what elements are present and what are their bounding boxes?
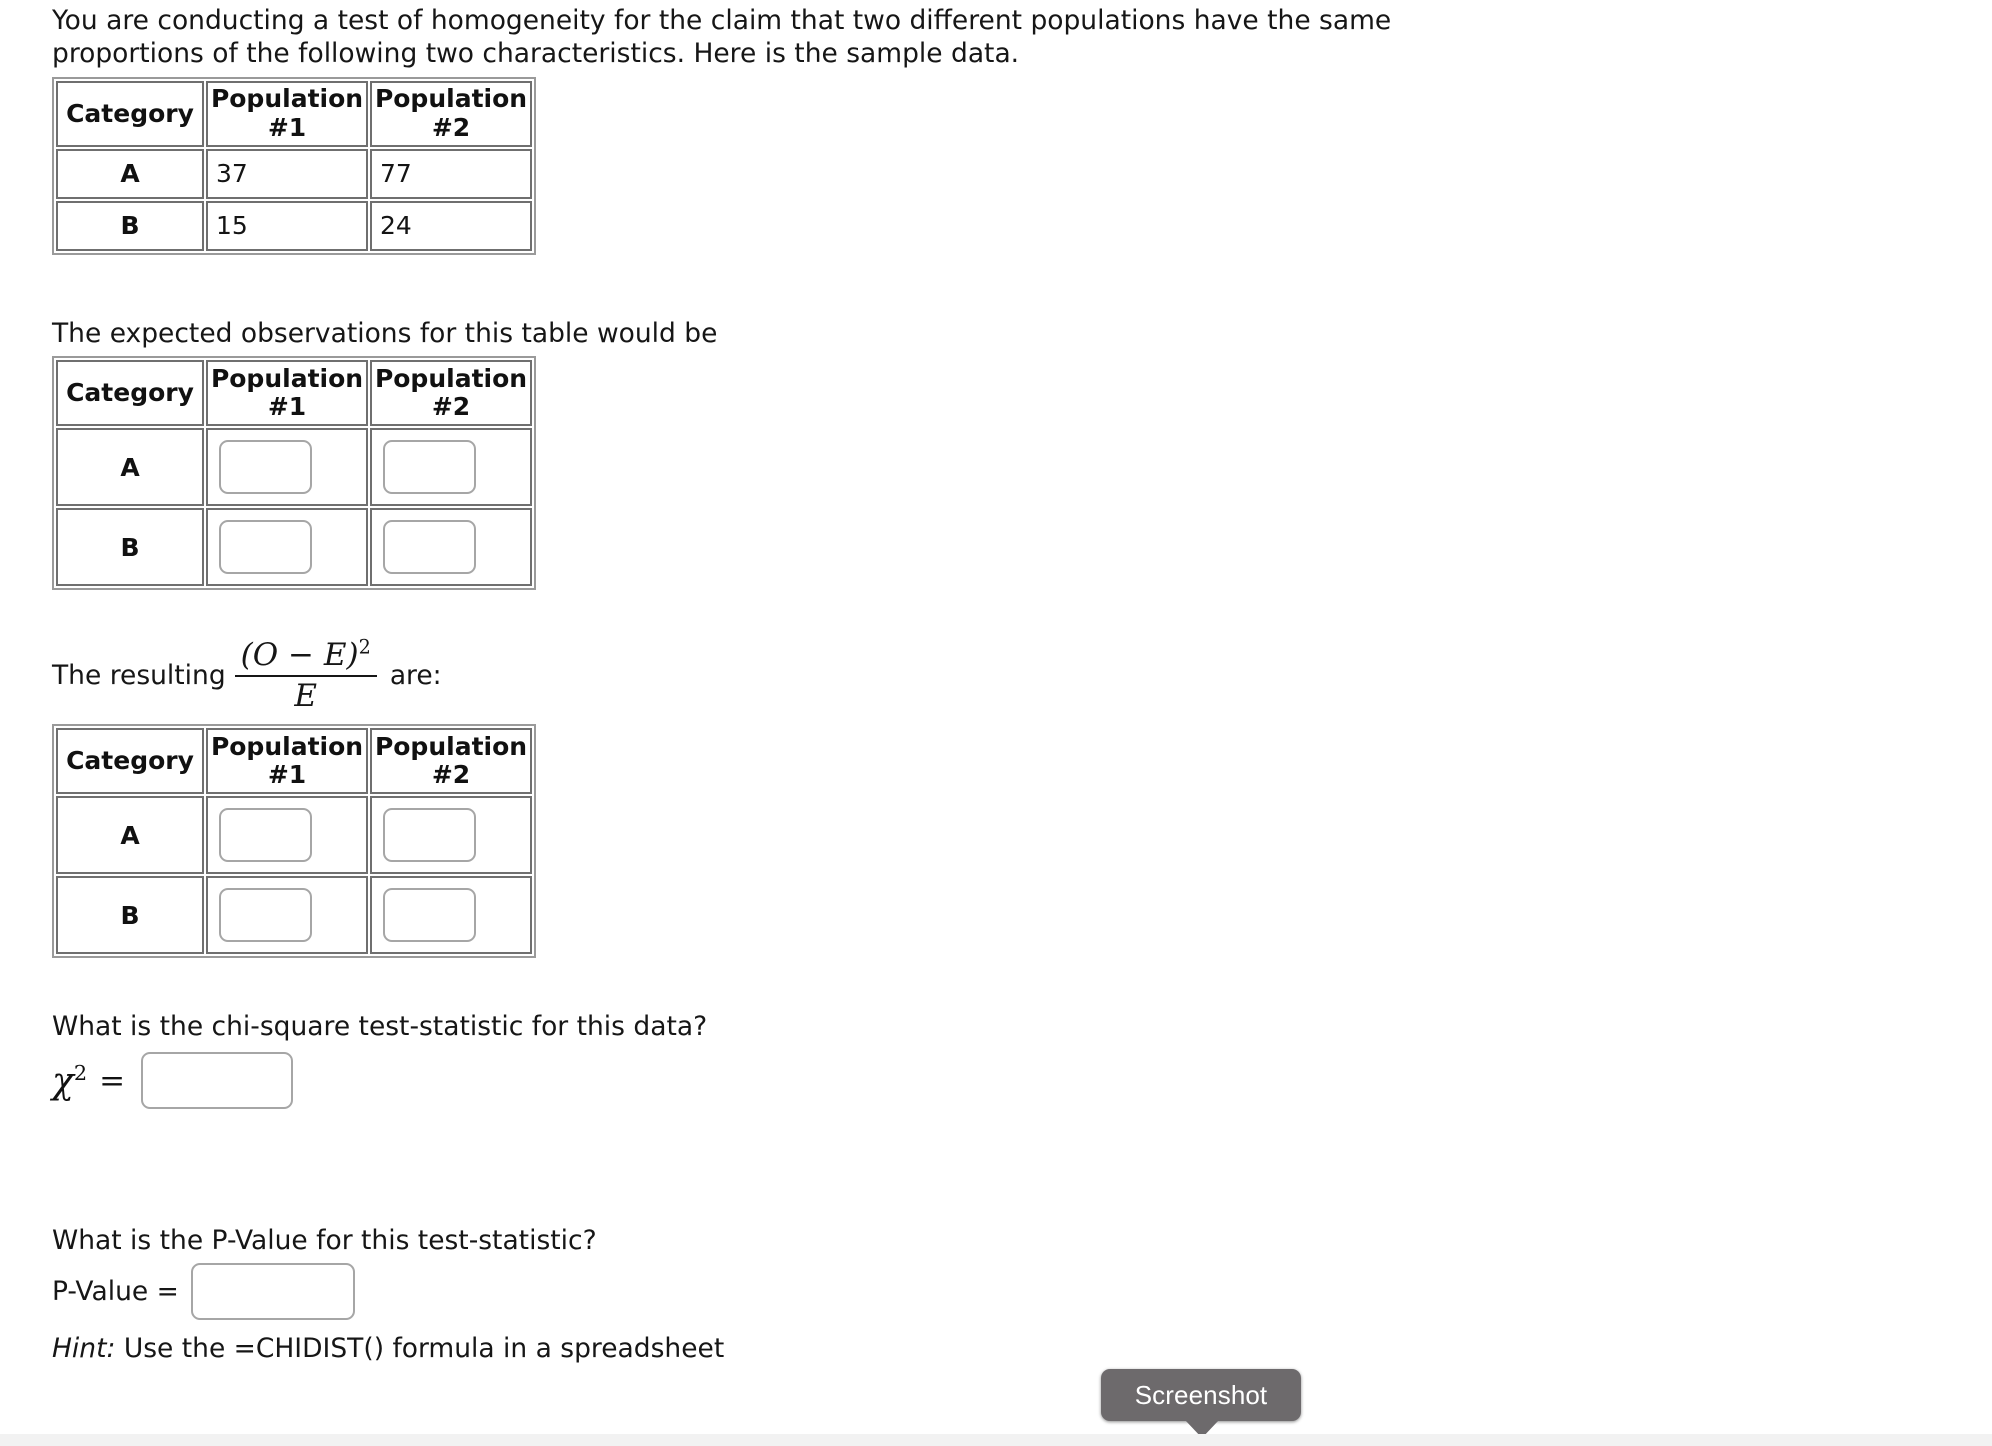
table-row: B (56, 508, 532, 587)
header-population-2: Population #2 (370, 728, 532, 795)
hint-text: Use the =CHIDIST() formula in a spreadsh… (115, 1332, 725, 1364)
sample-data-table: Category Population #1 Population #2 A 3… (52, 76, 536, 255)
chi-b-pop2-input[interactable] (383, 888, 476, 943)
chi-a-pop2-input[interactable] (383, 808, 476, 863)
expected-row-a-pop1-cell (206, 428, 368, 507)
chi-square-symbol: χ2 (52, 1060, 88, 1102)
chi-symbol-exponent: 2 (73, 1060, 88, 1085)
sample-row-a-category: A (56, 148, 204, 199)
chi-row-b-pop1-cell (206, 876, 368, 955)
expected-row-a-pop2-cell (370, 428, 532, 507)
chi-row-b-category: B (56, 876, 204, 955)
header-population-1-line1: Population (210, 84, 364, 114)
header-category: Category (56, 728, 204, 795)
screenshot-badge-label: Screenshot (1134, 1379, 1268, 1410)
expected-row-b-pop1-cell (206, 508, 368, 587)
chi-row-a-pop1-cell (206, 796, 368, 875)
chi-a-pop1-input[interactable] (219, 808, 312, 863)
expected-observations-table: Category Population #1 Population #2 A B (52, 356, 536, 591)
spacer-after-expected-table (52, 590, 1452, 632)
chi-terms-table: Category Population #1 Population #2 A B (52, 724, 536, 959)
intro-paragraph: You are conducting a test of homogeneity… (52, 5, 1392, 70)
spacer-before-pvalue (52, 1112, 1452, 1224)
p-value-label: P-Value = (52, 1276, 179, 1308)
expected-a-pop2-input[interactable] (383, 440, 476, 495)
header-population-1: Population #1 (206, 80, 368, 147)
chi-b-pop1-input[interactable] (219, 888, 312, 943)
header-population-2-line2: #2 (431, 760, 471, 790)
table-header-row: Category Population #1 Population #2 (56, 728, 532, 795)
table-header-row: Category Population #1 Population #2 (56, 80, 532, 147)
sample-row-b-pop1: 15 (206, 200, 368, 251)
chi-term-fraction: (O − E)2 E (234, 637, 377, 715)
chi-row-a-pop2-cell (370, 796, 532, 875)
expected-row-b-pop2-cell (370, 508, 532, 587)
fraction-numerator-exponent: 2 (358, 635, 371, 659)
header-population-1-line2: #1 (267, 112, 307, 142)
table-row: B (56, 876, 532, 955)
header-population-2: Population #2 (370, 80, 532, 147)
chi-row-b-pop2-cell (370, 876, 532, 955)
sample-row-b-category: B (56, 200, 204, 251)
header-population-1-line1: Population (210, 731, 364, 761)
worksheet-page: You are conducting a test of homogeneity… (0, 0, 1992, 1446)
resulting-lead-text: The resulting (52, 659, 226, 691)
chi-row-a-category: A (56, 796, 204, 875)
bottom-strip (0, 1434, 1992, 1446)
sample-row-b-pop2: 24 (370, 200, 532, 251)
header-population-2-line1: Population (374, 84, 528, 114)
chi-square-question: What is the chi-square test-statistic fo… (52, 1011, 708, 1043)
expected-observations-label: The expected observations for this table… (52, 317, 718, 349)
expected-row-a-category: A (56, 428, 204, 507)
resulting-formula-line: The resulting (O − E)2 E are: (52, 632, 1452, 718)
table-row: A (56, 796, 532, 875)
header-population-2-line1: Population (374, 363, 528, 393)
header-population-1: Population #1 (206, 360, 368, 427)
fraction-numerator: (O − E)2 (235, 637, 377, 675)
expected-b-pop1-input[interactable] (219, 520, 312, 575)
p-value-hint: Hint: Use the =CHIDIST() formula in a sp… (52, 1333, 1452, 1364)
header-population-1-line2: #1 (267, 760, 307, 790)
p-value-question: What is the P-Value for this test-statis… (52, 1224, 597, 1256)
header-population-1-line2: #1 (267, 392, 307, 422)
sample-row-a-pop2: 77 (370, 148, 532, 199)
spacer-after-sample-table (52, 255, 1452, 317)
hint-prefix: Hint: (52, 1332, 116, 1364)
header-population-2: Population #2 (370, 360, 532, 427)
expected-b-pop2-input[interactable] (383, 520, 476, 575)
table-row: A 37 77 (56, 148, 532, 199)
chi-square-answer-line: χ2 = (52, 1050, 1452, 1112)
chi-symbol-base: χ (52, 1060, 74, 1102)
chi-square-equals: = (99, 1062, 126, 1099)
spacer-after-chi-table (52, 958, 1452, 1010)
screenshot-badge[interactable]: Screenshot (1101, 1369, 1301, 1421)
p-value-answer-line: P-Value = (52, 1261, 1452, 1323)
header-category: Category (56, 80, 204, 147)
header-population-2-line1: Population (374, 731, 528, 761)
header-category: Category (56, 360, 204, 427)
table-header-row: Category Population #1 Population #2 (56, 360, 532, 427)
header-population-1: Population #1 (206, 728, 368, 795)
fraction-numerator-base: (O − E) (240, 637, 359, 674)
header-population-1-line1: Population (210, 363, 364, 393)
fraction-denominator: E (294, 678, 318, 715)
table-row: A (56, 428, 532, 507)
chi-square-input[interactable] (141, 1052, 294, 1109)
resulting-trail-text: are: (389, 659, 442, 691)
expected-row-b-category: B (56, 508, 204, 587)
header-population-2-line2: #2 (431, 112, 471, 142)
header-population-2-line2: #2 (431, 392, 471, 422)
expected-a-pop1-input[interactable] (219, 440, 312, 495)
p-value-input[interactable] (190, 1263, 355, 1321)
worksheet-content: You are conducting a test of homogeneity… (52, 4, 1452, 1364)
sample-row-a-pop1: 37 (206, 148, 368, 199)
table-row: B 15 24 (56, 200, 532, 251)
